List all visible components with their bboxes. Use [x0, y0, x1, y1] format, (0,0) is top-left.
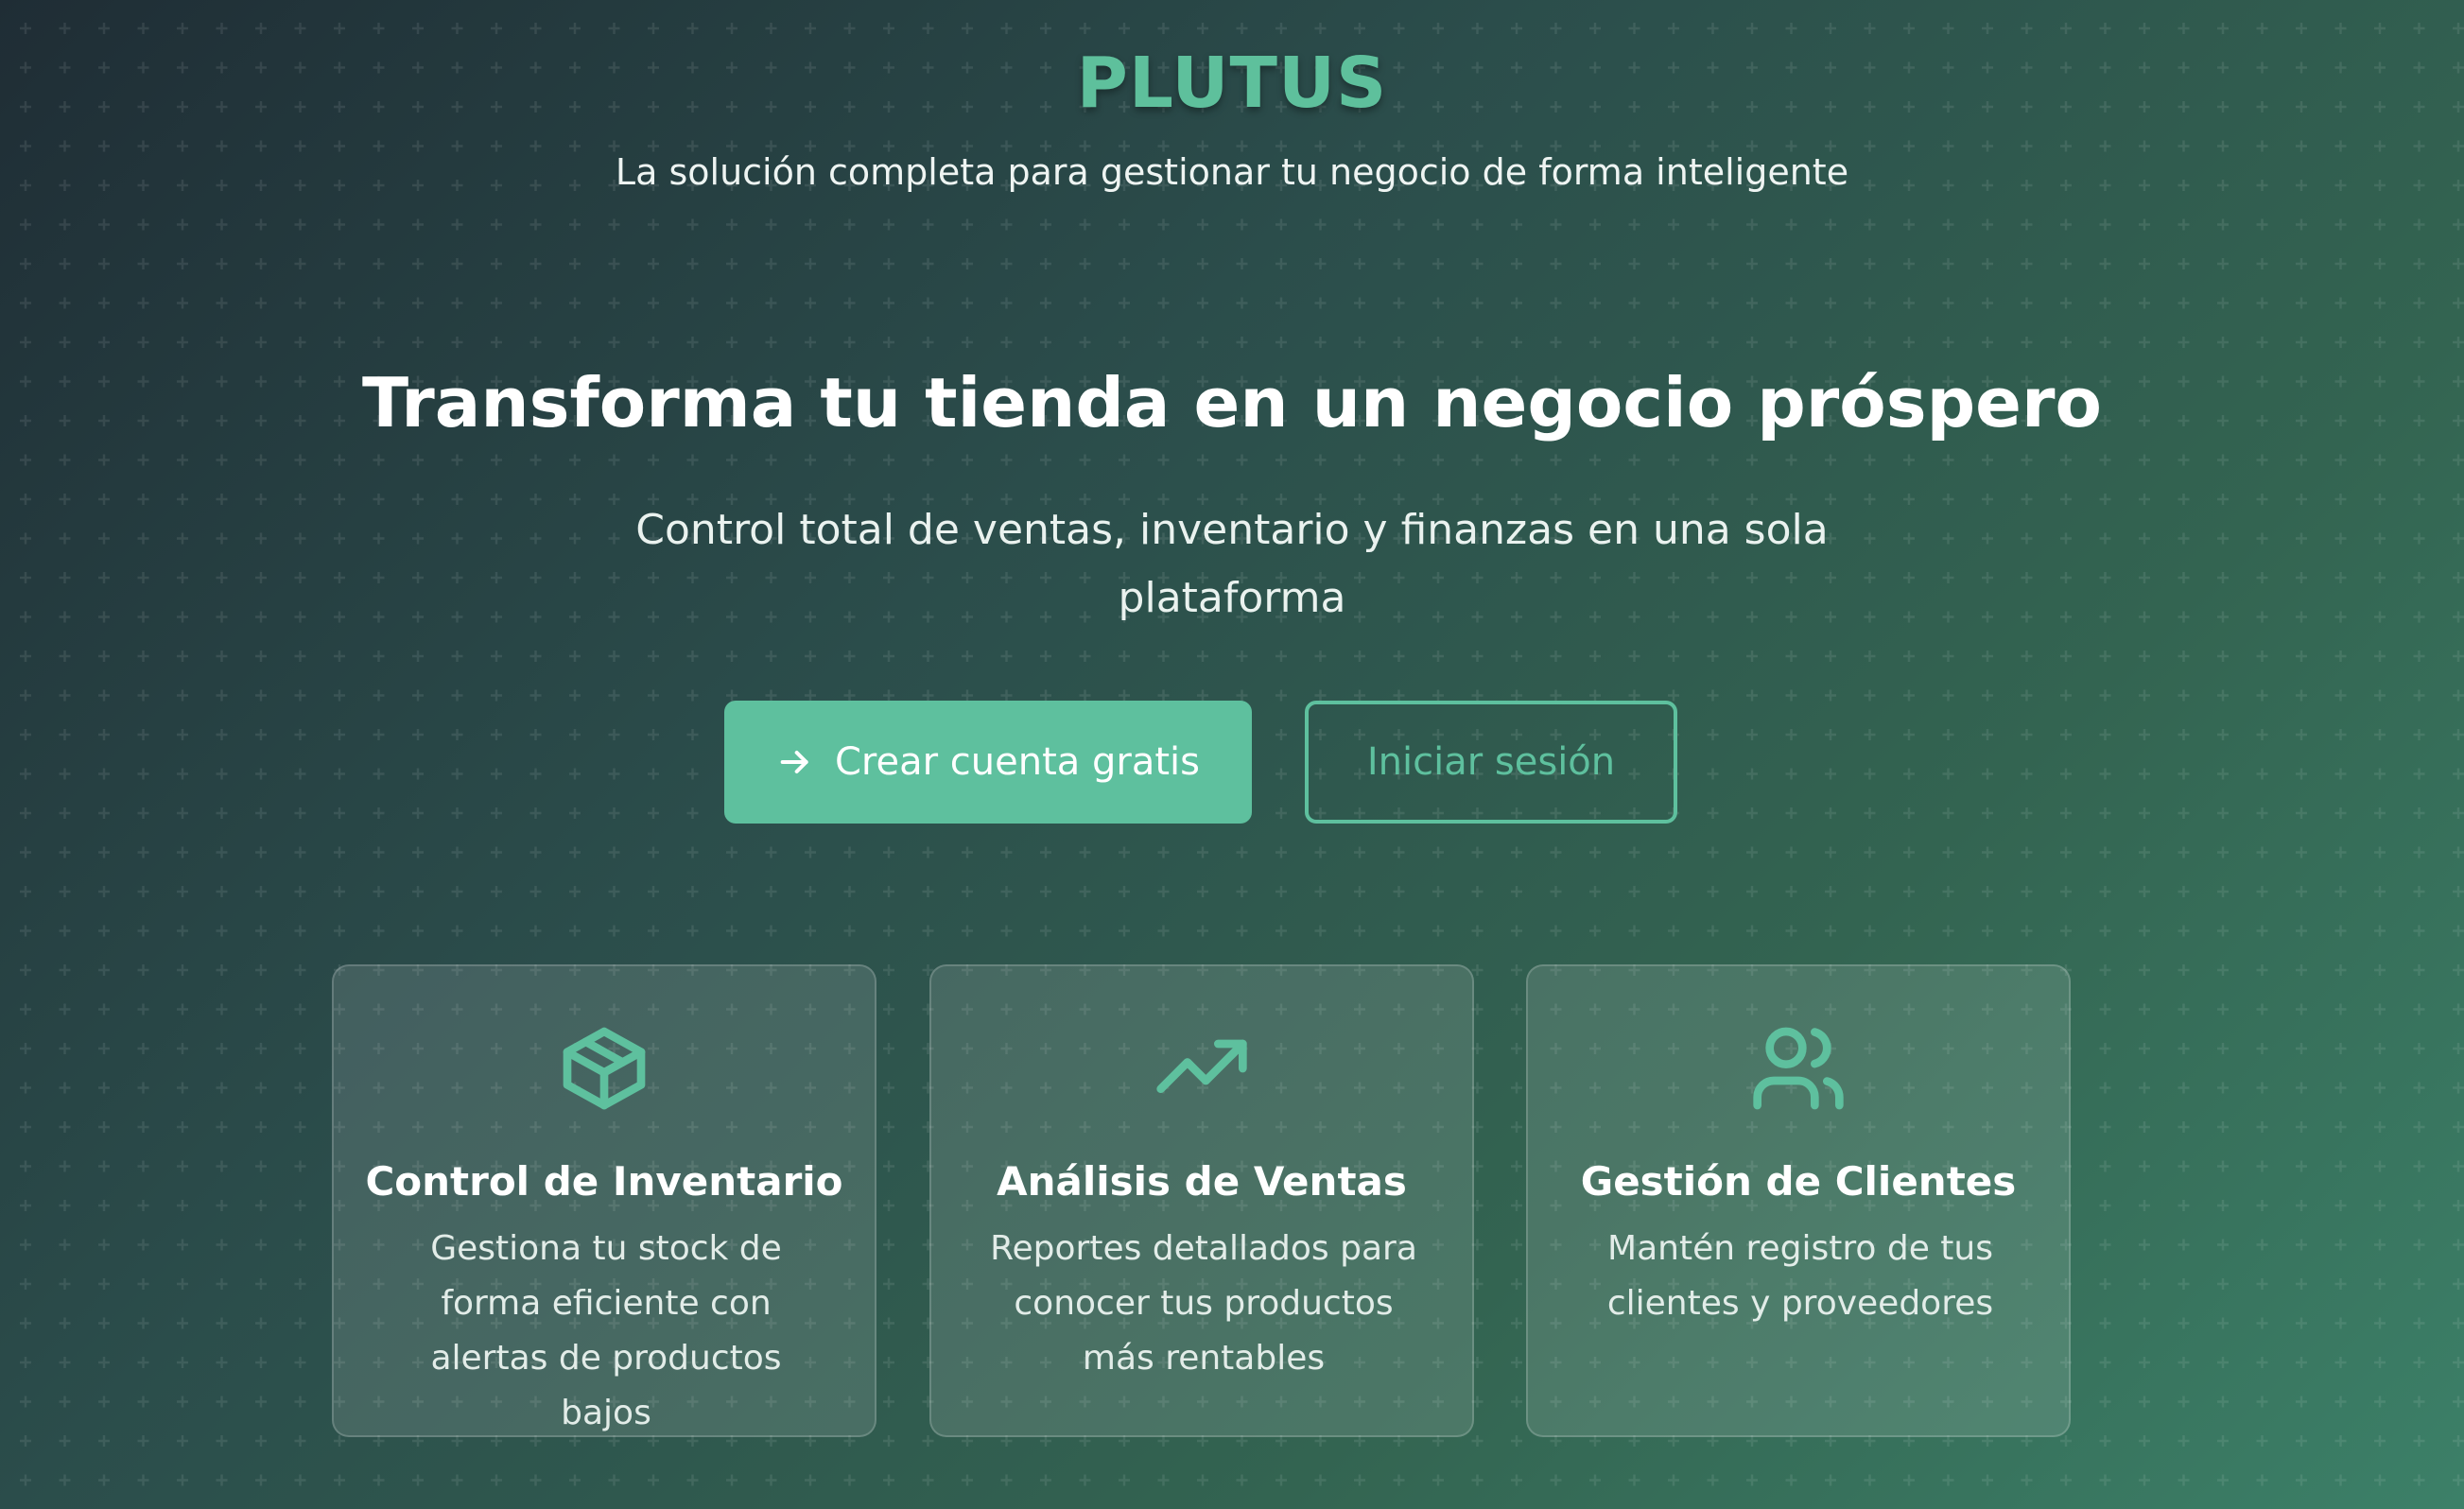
login-label: Iniciar sesión [1366, 740, 1616, 784]
arrow-right-icon [780, 751, 808, 773]
login-button[interactable]: Iniciar sesión [1305, 701, 1677, 824]
feature-description: Reportes detallados para conocer tus pro… [990, 1229, 1417, 1378]
feature-title: Análisis de Ventas [997, 1158, 1407, 1205]
hero-title: Transforma tu tienda en un negocio prósp… [362, 363, 2102, 442]
brand-logo: PLUTUS [1076, 43, 1388, 124]
box-icon [563, 1027, 646, 1110]
feature-card-inventory: Control de Inventario Gestiona tu stock … [332, 964, 876, 1437]
feature-description: Mantén registro de tus clientes y provee… [1606, 1229, 1994, 1323]
header: PLUTUS [0, 38, 2464, 129]
hero-subtitle: Control total de ventas, inventario y fi… [635, 506, 1829, 622]
create-account-label: Crear cuenta gratis [835, 740, 1200, 784]
feature-card-clients: Gestión de Clientes Mantén registro de t… [1526, 964, 2071, 1437]
trending-up-icon [1156, 1039, 1247, 1093]
feature-card-sales: Análisis de Ventas Reportes detallados p… [929, 964, 1474, 1437]
feature-description: Gestiona tu stock de forma eficiente con… [430, 1229, 782, 1432]
create-account-button[interactable]: Crear cuenta gratis [724, 701, 1252, 824]
feature-title: Gestión de Clientes [1580, 1158, 2017, 1205]
feature-title: Control de Inventario [365, 1158, 843, 1205]
users-icon [1753, 1027, 1844, 1110]
brand-tagline: La solución completa para gestionar tu n… [615, 151, 1849, 193]
